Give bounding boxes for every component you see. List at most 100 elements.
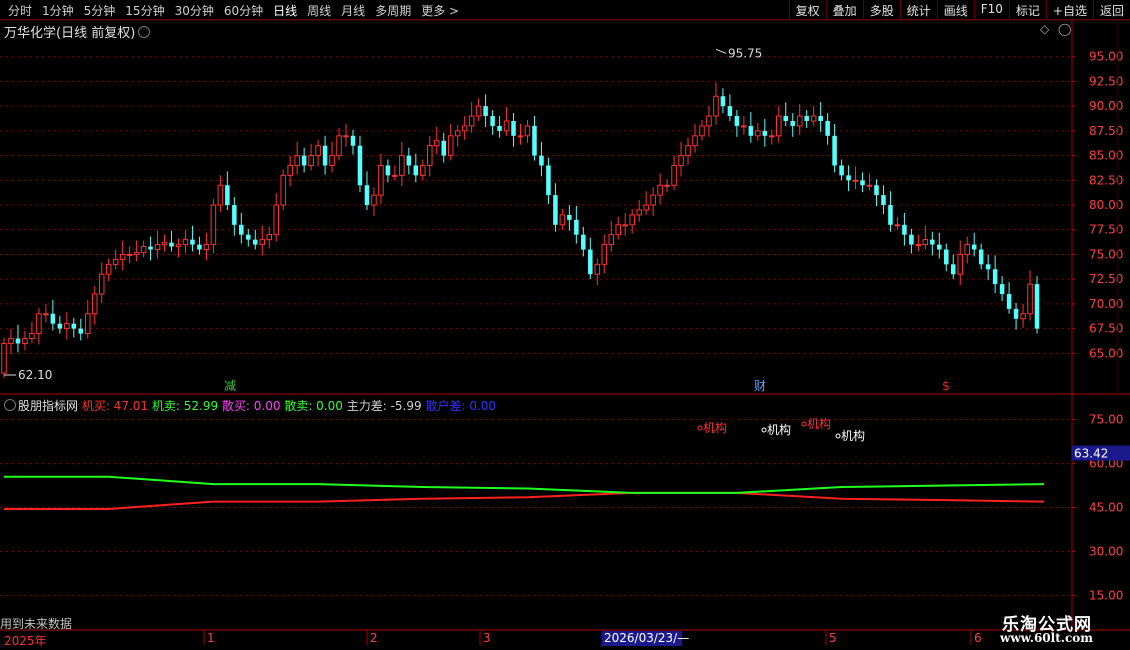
- candle-body: [154, 244, 161, 251]
- candle-body: [161, 242, 168, 246]
- indicator-annotation: 机构: [841, 428, 865, 443]
- candle-body: [246, 234, 251, 240]
- candle-body: [336, 135, 342, 157]
- candle-body: [818, 116, 823, 121]
- candle-body: [839, 165, 844, 176]
- chart-canvas: 95.0092.5090.0087.5085.0082.5080.0077.50…: [0, 19, 1130, 646]
- candle-body: [119, 253, 126, 260]
- candle-body: [999, 284, 1005, 295]
- candle-body: [971, 244, 977, 250]
- candle-body: [950, 264, 956, 275]
- annotation-dot: [697, 425, 703, 431]
- candle-body: [769, 135, 775, 138]
- candle-body: [210, 204, 217, 246]
- candle-body: [775, 115, 782, 137]
- candle-body: [84, 313, 91, 335]
- candle-body: [350, 135, 356, 146]
- annotation-dot: [761, 427, 767, 433]
- candle-body: [175, 244, 182, 248]
- indicator-line-机买: [4, 491, 1045, 510]
- indicator-annotation: 机构: [767, 422, 791, 437]
- candle-body: [985, 264, 991, 270]
- candle-body: [413, 165, 419, 176]
- indicator-tick-label: 30.00: [1089, 544, 1123, 558]
- candle-body: [588, 249, 593, 275]
- candle-body: [594, 263, 601, 275]
- candle-body: [371, 194, 377, 206]
- candle-body: [203, 244, 210, 251]
- candle-body: [832, 135, 837, 166]
- event-marker: 减: [224, 379, 236, 393]
- candle-body: [490, 116, 495, 126]
- candle-body: [706, 115, 712, 127]
- low-price-label: 62.10: [18, 368, 52, 382]
- candle-body: [1034, 284, 1040, 329]
- candle-body: [734, 116, 740, 126]
- candle-body: [420, 164, 426, 176]
- candle-body: [650, 194, 656, 206]
- candle-body: [217, 184, 224, 206]
- candle-body: [664, 184, 670, 187]
- candle-body: [1, 342, 7, 374]
- candle-body: [874, 185, 879, 196]
- candle-body: [937, 244, 942, 250]
- candle-body: [427, 145, 433, 166]
- candle-body: [259, 239, 266, 246]
- candle-body: [399, 155, 405, 176]
- candle-body: [343, 135, 349, 138]
- candle-body: [64, 323, 70, 330]
- candle-body: [468, 115, 475, 127]
- candle-body: [581, 234, 586, 250]
- annotation-dot: [801, 421, 807, 427]
- candle-body: [567, 214, 572, 220]
- candle-body: [888, 205, 893, 225]
- candle-body: [78, 328, 84, 334]
- candle-body: [894, 224, 901, 227]
- month-label: 5: [829, 631, 837, 645]
- candle-body: [308, 155, 314, 166]
- candle-body: [301, 155, 307, 166]
- candle-body: [748, 125, 754, 136]
- candle-body: [266, 234, 273, 241]
- candle-body: [287, 164, 293, 176]
- candle-body: [112, 258, 119, 265]
- candle-body: [483, 106, 488, 117]
- candle-body: [608, 234, 615, 246]
- indicator-annotation: 机构: [703, 420, 727, 435]
- candle-body: [148, 246, 153, 250]
- high-pointer: [715, 48, 727, 54]
- candle-body: [315, 145, 321, 157]
- candle-body: [741, 125, 747, 128]
- indicator-tick-label: 75.00: [1089, 413, 1123, 427]
- candle-body: [385, 165, 391, 176]
- candle-body: [36, 313, 42, 335]
- candle-body: [524, 125, 531, 137]
- candle-body: [225, 185, 230, 206]
- candle-body: [755, 130, 761, 137]
- candle-body: [636, 209, 642, 216]
- candle-body: [546, 165, 551, 196]
- candle-body: [190, 239, 195, 245]
- candle-body: [671, 164, 677, 186]
- candle-body: [182, 239, 189, 246]
- candle-body: [957, 253, 964, 275]
- candle-body: [629, 214, 635, 226]
- current-value-label: 63.42: [1074, 447, 1108, 461]
- candle-body: [1020, 313, 1026, 320]
- candle-body: [253, 239, 258, 245]
- candle-body: [783, 116, 789, 121]
- candle-body: [232, 205, 237, 225]
- candle-body: [454, 130, 461, 137]
- candle-body: [852, 179, 859, 182]
- candle-body: [8, 338, 14, 344]
- candle-body: [357, 145, 363, 186]
- candle-body: [810, 115, 817, 122]
- event-marker: $: [942, 379, 950, 393]
- candle-body: [992, 269, 998, 285]
- candle-body: [91, 293, 98, 315]
- candle-body: [825, 120, 830, 136]
- watermark-url: www.60lt.com: [1000, 631, 1093, 645]
- month-label: 1: [207, 631, 215, 645]
- candle-body: [790, 120, 795, 126]
- candle-body: [615, 224, 621, 236]
